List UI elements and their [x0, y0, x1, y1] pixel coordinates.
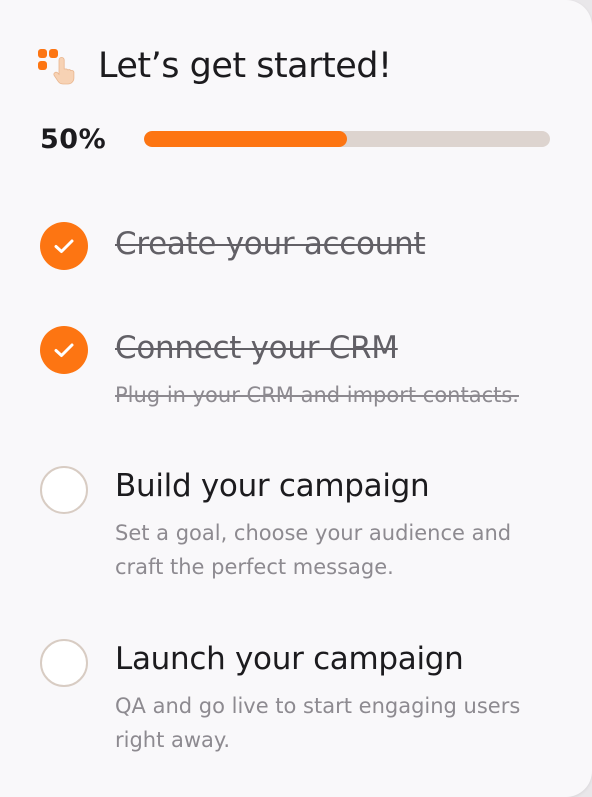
check-icon[interactable] — [40, 222, 88, 270]
checklist-item-create-account[interactable]: Create your account — [40, 222, 560, 282]
empty-circle-icon[interactable] — [40, 466, 88, 514]
icon-dot — [38, 49, 47, 58]
checkmark-glyph — [54, 239, 74, 253]
hand-pointer-icon — [38, 44, 78, 88]
empty-circle-icon[interactable] — [40, 639, 88, 687]
step-description: QA and go live to start engaging users r… — [115, 694, 521, 752]
checklist-item-connect-crm[interactable]: Connect your CRM Plug in your CRM and im… — [40, 326, 560, 416]
step-description: Set a goal, choose your audience and cra… — [115, 521, 512, 579]
checklist-header: Let’s get started! — [38, 40, 392, 92]
step-title: Connect your CRM — [115, 330, 398, 366]
checklist-item-launch-campaign[interactable]: Launch your campaign QA and go live to s… — [40, 639, 560, 759]
step-title: Launch your campaign — [115, 641, 464, 677]
progress-section: 50% — [40, 122, 552, 156]
page-title: Let’s get started! — [98, 46, 392, 86]
progress-percent: 50% — [40, 123, 107, 155]
step-title: Build your campaign — [115, 468, 430, 504]
step-description: Plug in your CRM and import contacts. — [115, 383, 519, 407]
progress-bar-fill — [144, 131, 347, 147]
checkmark-glyph — [54, 343, 74, 357]
onboarding-checklist-card: Let’s get started! 50% Create your accou… — [0, 0, 592, 797]
checklist-item-build-campaign[interactable]: Build your campaign Set a goal, choose y… — [40, 466, 560, 586]
hand-icon — [53, 57, 75, 85]
progress-bar — [144, 131, 550, 147]
step-title: Create your account — [115, 226, 426, 262]
icon-dot — [38, 61, 47, 70]
check-icon[interactable] — [40, 326, 88, 374]
